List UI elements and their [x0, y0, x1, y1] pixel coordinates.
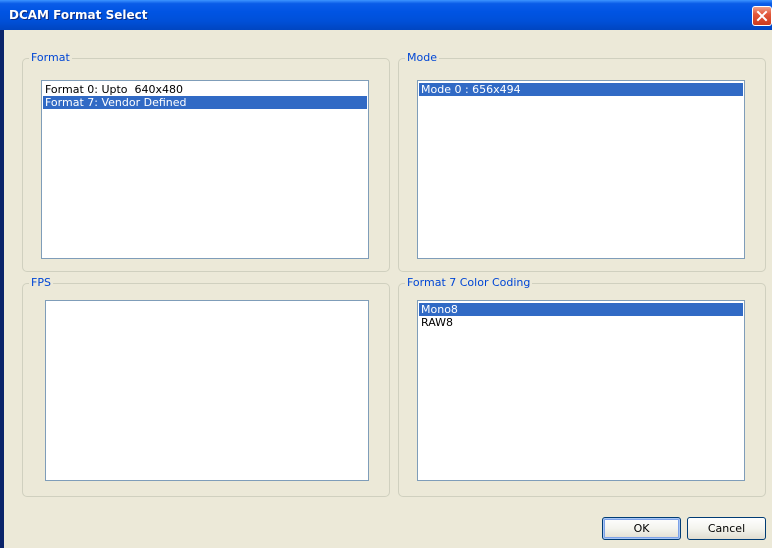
color-coding-listbox[interactable]: Mono8 RAW8 — [417, 300, 745, 481]
format-group: Format Format 0: Upto 640x480 Format 7: … — [22, 51, 390, 272]
fps-group: FPS — [22, 276, 390, 497]
color-coding-list-item-0[interactable]: Mono8 — [419, 303, 743, 316]
fps-group-label: FPS — [29, 276, 53, 290]
mode-group-label: Mode — [405, 51, 439, 65]
fps-listbox[interactable] — [45, 300, 369, 481]
mode-list-item-0[interactable]: Mode 0 : 656x494 — [419, 83, 743, 96]
format-list-item-1[interactable]: Format 7: Vendor Defined — [43, 96, 367, 109]
dialog-window: DCAM Format Select Format Format 0: Upto… — [0, 0, 772, 548]
color-coding-group: Format 7 Color Coding Mono8 RAW8 — [398, 276, 766, 497]
format-group-label: Format — [29, 51, 72, 65]
close-icon — [756, 10, 768, 22]
format-list-item-0[interactable]: Format 0: Upto 640x480 — [43, 83, 367, 96]
cancel-button[interactable]: Cancel — [687, 517, 766, 540]
dialog-client-area: Format Format 0: Upto 640x480 Format 7: … — [4, 30, 772, 548]
close-button[interactable] — [752, 6, 772, 26]
ok-button[interactable]: OK — [602, 517, 681, 540]
window-title: DCAM Format Select — [9, 8, 148, 22]
color-coding-list-item-1[interactable]: RAW8 — [419, 316, 743, 329]
format-listbox[interactable]: Format 0: Upto 640x480 Format 7: Vendor … — [41, 80, 369, 259]
mode-group: Mode Mode 0 : 656x494 — [398, 51, 766, 272]
title-bar[interactable]: DCAM Format Select — [0, 0, 772, 30]
color-coding-group-label: Format 7 Color Coding — [405, 276, 533, 290]
mode-listbox[interactable]: Mode 0 : 656x494 — [417, 80, 745, 259]
